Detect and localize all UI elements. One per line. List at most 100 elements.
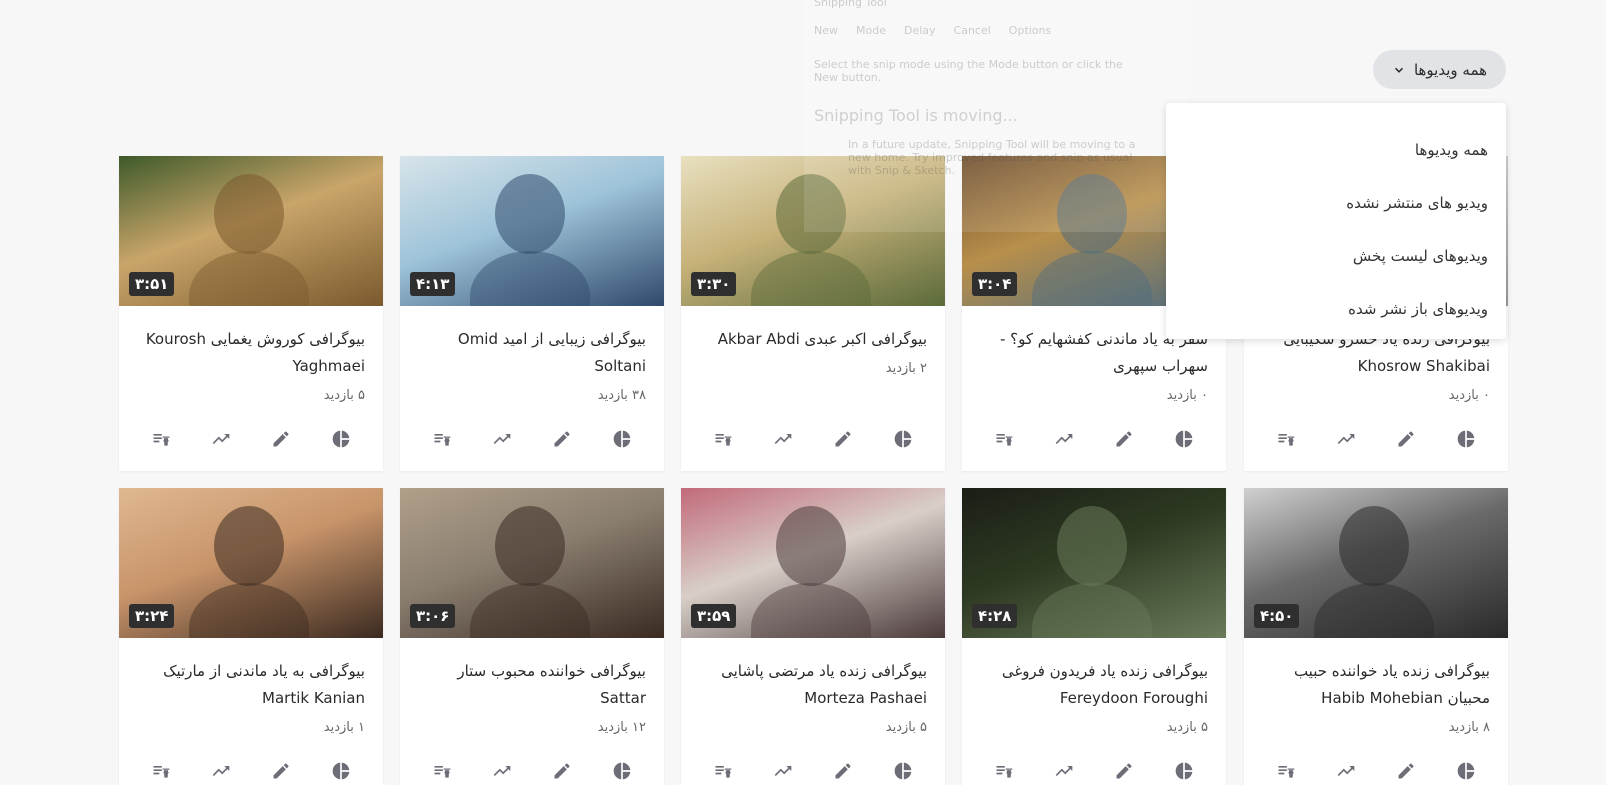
edit-button[interactable] [1114, 761, 1134, 785]
video-card[interactable]: ۳:۳۰ بیوگرافی اکبر عبدی Akbar Abdi ۲ باز… [681, 156, 945, 471]
trending-button[interactable] [492, 429, 512, 453]
video-title[interactable]: بیوگرافی زیبایی از امید Omid Soltani [418, 326, 646, 380]
card-actions [681, 424, 945, 458]
playlist-remove-button[interactable] [432, 761, 452, 785]
video-thumbnail[interactable]: ۳:۳۰ [681, 156, 945, 306]
video-card[interactable]: ۴:۱۳ بیوگرافی زیبایی از امید Omid Soltan… [400, 156, 664, 471]
edit-button[interactable] [1114, 429, 1134, 453]
trending-button[interactable] [211, 429, 231, 453]
card-body: بیوگرافی خواننده محبوب ستار Sattar ۱۲ با… [400, 638, 664, 763]
video-title[interactable]: بیوگرافی کوروش یغمایی Kourosh Yaghmaei [137, 326, 365, 380]
filter-dropdown-menu: همه ویدیوها ویدیو های منتشر نشده ویدیوها… [1166, 103, 1506, 339]
edit-button[interactable] [833, 429, 853, 453]
video-views: ۰ بازدید [1448, 388, 1490, 403]
stats-button[interactable] [1456, 429, 1476, 453]
thumbnail-figure [495, 174, 565, 254]
edit-icon [835, 763, 851, 779]
video-title[interactable]: بیوگرافی زنده یاد مرتضی پاشایی Morteza P… [699, 658, 927, 712]
video-title[interactable]: بیوگرافی زنده یاد خواننده حبیب محبیان Ha… [1262, 658, 1490, 712]
video-thumbnail[interactable]: ۳:۵۱ [119, 156, 383, 306]
video-title[interactable]: بیوگرافی به یاد ماندنی از مارتیک Martik … [137, 658, 365, 712]
video-thumbnail[interactable]: ۳:۰۶ [400, 488, 664, 638]
edit-button[interactable] [552, 761, 572, 785]
edit-button[interactable] [1396, 429, 1416, 453]
trending-button[interactable] [773, 761, 793, 785]
trending-button[interactable] [1054, 761, 1074, 785]
trending-button[interactable] [1336, 761, 1356, 785]
video-duration: ۳:۰۴ [972, 272, 1018, 296]
dropdown-option-republished[interactable]: ویدیوهای باز نشر شده [1166, 282, 1506, 335]
stats-button[interactable] [612, 761, 632, 785]
playlist-remove-button[interactable] [432, 429, 452, 453]
video-title[interactable]: بیوگرافی خواننده محبوب ستار Sattar [418, 658, 646, 712]
card-actions [119, 756, 383, 785]
filter-dropdown-button[interactable]: همه ویدیوها [1373, 50, 1506, 89]
card-actions [962, 756, 1226, 785]
filter-label: همه ویدیوها [1413, 60, 1488, 79]
video-title[interactable]: بیوگرافی زنده یاد فریدون فروغی Fereydoon… [980, 658, 1208, 712]
dropdown-option-unpublished[interactable]: ویدیو های منتشر نشده [1166, 176, 1506, 229]
snip-mode-button: Mode [856, 24, 886, 37]
trending-button[interactable] [773, 429, 793, 453]
video-card[interactable]: ۳:۲۴ بیوگرافی به یاد ماندنی از مارتیک Ma… [119, 488, 383, 785]
playlist-remove-button[interactable] [151, 761, 171, 785]
video-card[interactable]: ۳:۰۶ بیوگرافی خواننده محبوب ستار Sattar … [400, 488, 664, 785]
stats-button[interactable] [893, 429, 913, 453]
video-title[interactable]: بیوگرافی اکبر عبدی Akbar Abdi [699, 326, 927, 353]
playlist-remove-button[interactable] [994, 429, 1014, 453]
video-thumbnail[interactable]: ۳:۲۴ [119, 488, 383, 638]
trending-button[interactable] [492, 761, 512, 785]
playlist-remove-button[interactable] [151, 429, 171, 453]
trending-icon [493, 434, 511, 444]
dropdown-option-playlist[interactable]: ویدیوهای لیست پخش [1166, 229, 1506, 282]
card-actions [400, 756, 664, 785]
stats-button[interactable] [331, 761, 351, 785]
video-thumbnail[interactable]: ۴:۱۳ [400, 156, 664, 306]
video-duration: ۴:۱۳ [410, 272, 456, 296]
video-duration: ۴:۵۰ [1254, 604, 1300, 628]
playlist-remove-icon [153, 766, 170, 778]
playlist-remove-button[interactable] [713, 761, 733, 785]
stats-button[interactable] [1456, 761, 1476, 785]
trending-button[interactable] [1336, 429, 1356, 453]
stats-icon [613, 430, 631, 448]
video-views: ۵ بازدید [1166, 720, 1208, 735]
dropdown-option-all[interactable]: همه ویدیوها [1166, 123, 1506, 176]
edit-button[interactable] [552, 429, 572, 453]
snip-new-button: New [814, 24, 838, 37]
trending-icon [1055, 434, 1073, 444]
video-thumbnail[interactable]: ۳:۵۹ [681, 488, 945, 638]
video-thumbnail[interactable]: ۴:۵۰ [1244, 488, 1508, 638]
video-card[interactable]: ۴:۲۸ بیوگرافی زنده یاد فریدون فروغی Fere… [962, 488, 1226, 785]
stats-button[interactable] [1174, 429, 1194, 453]
edit-button[interactable] [271, 761, 291, 785]
video-card[interactable]: ۳:۵۱ بیوگرافی کوروش یغمایی Kourosh Yaghm… [119, 156, 383, 471]
stats-icon [1457, 430, 1475, 448]
stats-button[interactable] [612, 429, 632, 453]
stats-button[interactable] [1174, 761, 1194, 785]
edit-icon [554, 431, 570, 447]
card-actions [681, 756, 945, 785]
trending-icon [493, 766, 511, 776]
snipping-toolbar: New Mode Delay Cancel Options [814, 24, 1051, 37]
video-card[interactable]: ۳:۵۹ بیوگرافی زنده یاد مرتضی پاشایی Mort… [681, 488, 945, 785]
playlist-remove-button[interactable] [1276, 761, 1296, 785]
edit-button[interactable] [1396, 761, 1416, 785]
thumbnail-figure [214, 174, 284, 254]
snip-moving-title-text: Snipping Tool is moving... [814, 106, 1018, 125]
video-thumbnail[interactable]: ۴:۲۸ [962, 488, 1226, 638]
stats-button[interactable] [331, 429, 351, 453]
trending-button[interactable] [1054, 429, 1074, 453]
trending-button[interactable] [211, 761, 231, 785]
edit-button[interactable] [271, 429, 291, 453]
thumbnail-figure [1057, 174, 1127, 254]
playlist-remove-button[interactable] [713, 429, 733, 453]
playlist-remove-button[interactable] [994, 761, 1014, 785]
playlist-remove-icon [1278, 766, 1295, 778]
playlist-remove-button[interactable] [1276, 429, 1296, 453]
edit-button[interactable] [833, 761, 853, 785]
video-card[interactable]: ۴:۵۰ بیوگرافی زنده یاد خواننده حبیب محبی… [1244, 488, 1508, 785]
card-actions [962, 424, 1226, 458]
stats-button[interactable] [893, 761, 913, 785]
playlist-remove-icon [996, 766, 1013, 778]
